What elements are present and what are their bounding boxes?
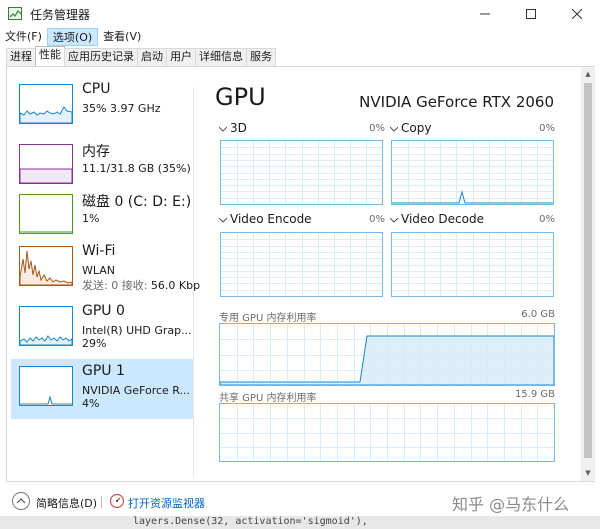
maximize-button[interactable] (508, 0, 554, 28)
tab-performance[interactable]: 性能 (35, 46, 65, 66)
engine-video-decode-graph (391, 232, 554, 297)
gpu0-usage: 29% (82, 337, 107, 350)
background-code-text: layers.Dense(32, activation='sigmoid'), (133, 516, 368, 527)
detail-title: GPU (215, 83, 266, 111)
engine-video-encode-graph (220, 232, 383, 297)
menu-view[interactable]: 查看(V) (98, 28, 146, 46)
gpu0-model: Intel(R) UHD Grap... (82, 324, 192, 337)
menu-options[interactable]: 选项(O) (46, 28, 99, 46)
gpu1-usage: 4% (82, 397, 100, 410)
gpu0-name: GPU 0 (82, 303, 125, 319)
performance-panel: CPU 35% 3.97 GHz 内存 11.1/31.8 GB (35%) 磁… (6, 66, 595, 482)
cpu-usage: 35% 3.97 GHz (82, 102, 161, 115)
wifi-thumbnail-graph (19, 246, 73, 286)
scroll-up-icon[interactable]: ▲ (584, 70, 592, 78)
wifi-throughput: 发送: 0 接收: 56.0 Kbp (82, 277, 200, 293)
sidebar-item-disk[interactable]: 磁盘 0 (C: D: E:) 1% (11, 187, 193, 247)
memory-name: 内存 (82, 144, 110, 160)
resource-monitor-icon[interactable] (110, 494, 124, 508)
wifi-throughput-label: 发送: 0 接收: (82, 279, 148, 292)
menu-file[interactable]: 文件(F) (0, 28, 47, 46)
watermark-text: 知乎 @马东什么 (452, 495, 570, 514)
tab-strip: 进程 性能 应用历史记录 启动 用户 详细信息 服务 (6, 46, 276, 66)
open-resource-monitor-link[interactable]: 打开资源监视器 (128, 495, 205, 511)
footer-separator (101, 496, 102, 508)
chevron-down-icon (218, 126, 228, 132)
window-title: 任务管理器 (30, 8, 91, 22)
disk-usage: 1% (82, 212, 100, 225)
gpu1-model: NVIDIA GeForce R... (82, 384, 191, 397)
title-bar: 任务管理器 (0, 0, 600, 28)
engine-copy-pct: 0% (539, 123, 555, 134)
background-code-strip: layers.Dense(32, activation='sigmoid'), (0, 516, 600, 529)
engine-video-encode-label[interactable]: Video Encode (218, 212, 312, 226)
panel-divider (193, 87, 194, 477)
maximize-icon (526, 9, 536, 19)
engine-video-encode-pct: 0% (369, 214, 385, 225)
dedicated-memory-graph (219, 323, 555, 386)
memory-usage: 11.1/31.8 GB (35%) (82, 162, 191, 175)
sidebar-item-cpu[interactable]: CPU 35% 3.97 GHz (11, 77, 193, 137)
wifi-adapter: WLAN (82, 264, 116, 277)
chevron-down-icon (389, 126, 399, 132)
scroll-thumb[interactable] (584, 83, 592, 458)
engine-3d-label[interactable]: 3D (218, 121, 247, 135)
cpu-thumbnail-graph (19, 84, 73, 124)
disk-thumbnail-graph (19, 194, 73, 234)
engine-copy-label[interactable]: Copy (389, 121, 431, 135)
engine-3d-graph (220, 140, 383, 205)
shared-memory-max: 15.9 GB (514, 389, 555, 400)
close-button[interactable] (554, 0, 600, 28)
task-manager-icon (8, 7, 22, 20)
chevron-down-icon (389, 217, 399, 223)
gpu1-thumbnail-graph (19, 366, 73, 406)
scroll-down-icon[interactable]: ▼ (584, 469, 592, 477)
memory-thumbnail-graph (19, 144, 73, 184)
cpu-name: CPU (82, 81, 111, 97)
gpu0-thumbnail-graph (19, 306, 73, 346)
engine-video-decode-label[interactable]: Video Decode (389, 212, 484, 226)
engine-copy-graph (391, 140, 554, 205)
sidebar-item-gpu0[interactable]: GPU 0 Intel(R) UHD Grap... 29% (11, 299, 193, 359)
fewer-details-button[interactable] (12, 492, 30, 510)
minimize-button[interactable] (462, 0, 508, 28)
chevron-up-icon (16, 498, 26, 504)
fewer-details-label[interactable]: 简略信息(D) (36, 495, 97, 511)
tab-app-history[interactable]: 应用历史记录 (64, 48, 138, 66)
vertical-scrollbar[interactable]: ▲ ▼ (581, 67, 595, 481)
shared-memory-graph (219, 403, 555, 462)
minimize-icon (480, 13, 490, 15)
close-icon (572, 9, 582, 19)
disk-name: 磁盘 0 (C: D: E:) (82, 194, 192, 210)
tab-startup[interactable]: 启动 (137, 48, 167, 66)
engine-video-decode-pct: 0% (539, 214, 555, 225)
gpu1-name: GPU 1 (82, 363, 125, 379)
chevron-down-icon (218, 217, 228, 223)
tab-details[interactable]: 详细信息 (195, 48, 247, 66)
sidebar-item-wifi[interactable]: Wi-Fi WLAN 发送: 0 接收: 56.0 Kbp (11, 239, 200, 299)
menu-bar: 文件(F) 选项(O) 查看(V) (0, 28, 600, 46)
detail-gpu-model: NVIDIA GeForce RTX 2060 (359, 93, 554, 111)
wifi-name: Wi-Fi (82, 243, 116, 259)
sidebar-item-gpu1[interactable]: GPU 1 NVIDIA GeForce R... 4% (11, 359, 193, 419)
shared-memory-label: 共享 GPU 内存利用率 (219, 393, 317, 404)
dedicated-memory-label: 专用 GPU 内存利用率 (219, 313, 317, 324)
tab-processes[interactable]: 进程 (6, 48, 36, 66)
tab-services[interactable]: 服务 (246, 48, 276, 66)
copy-activity-line (392, 190, 553, 204)
dedicated-memory-max: 6.0 GB (521, 309, 555, 320)
tab-users[interactable]: 用户 (166, 48, 196, 66)
engine-3d-pct: 0% (369, 123, 385, 134)
